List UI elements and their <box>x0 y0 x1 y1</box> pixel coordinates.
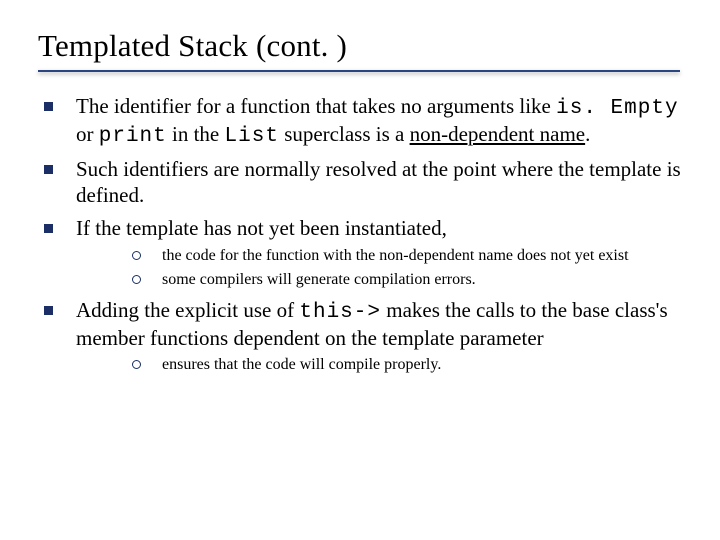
sub-bullet-item: ensures that the code will compile prope… <box>76 355 690 375</box>
slide-title: Templated Stack (cont. ) <box>38 28 690 64</box>
title-underline <box>38 70 680 72</box>
sub-bullet-item: some compilers will generate compilation… <box>76 270 690 290</box>
bullet-item: The identifier for a function that takes… <box>30 94 690 149</box>
sub-bullet-list: ensures that the code will compile prope… <box>76 355 690 375</box>
sub-bullet-item: the code for the function with the non-d… <box>76 246 690 266</box>
sub-bullet-list: the code for the function with the non-d… <box>76 246 690 290</box>
bullet-item: If the template has not yet been instant… <box>30 216 690 290</box>
bullet-item: Adding the explicit use of this-> makes … <box>30 298 690 375</box>
bullet-list: The identifier for a function that takes… <box>30 94 690 375</box>
bullet-item: Such identifiers are normally resolved a… <box>30 157 690 208</box>
